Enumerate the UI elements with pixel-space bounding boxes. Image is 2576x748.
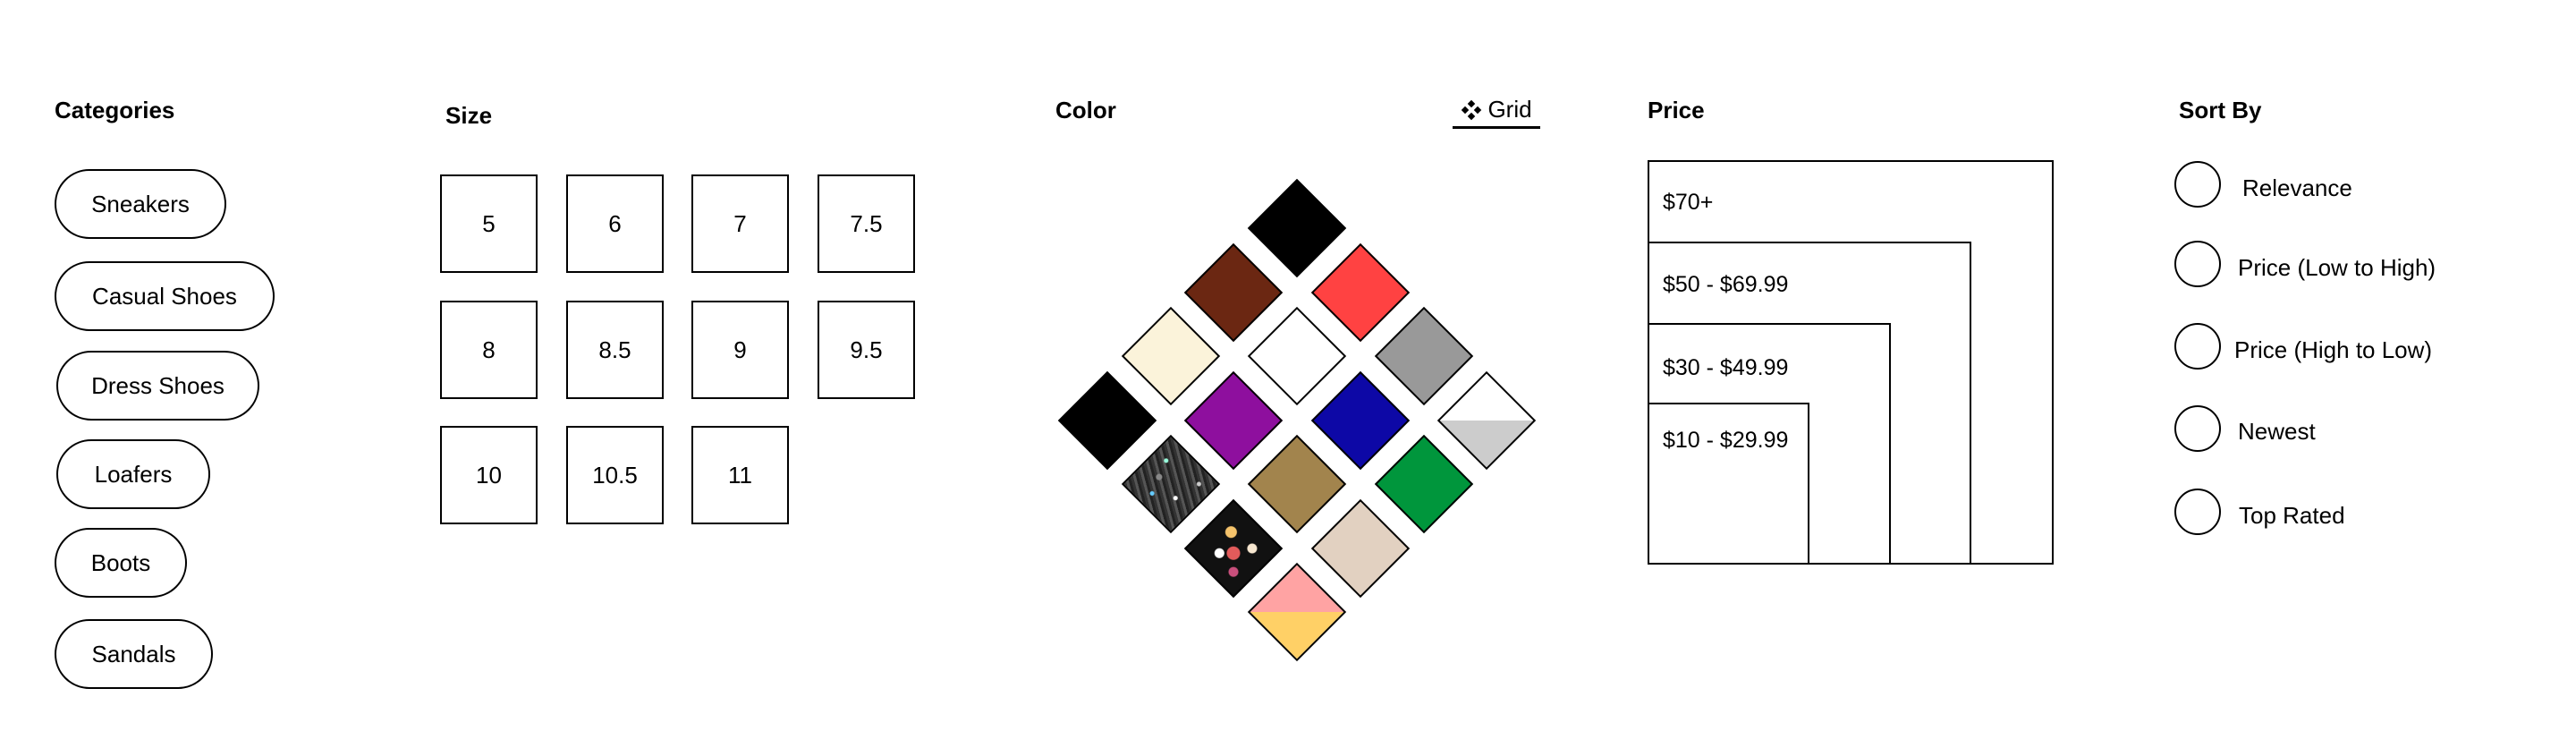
color-swatch-glitter[interactable] bbox=[1121, 434, 1221, 534]
color-swatch-red[interactable] bbox=[1310, 242, 1411, 343]
sort-price-high-low-label[interactable]: Price (High to Low) bbox=[2234, 336, 2432, 364]
color-swatch-beige[interactable] bbox=[1310, 498, 1411, 599]
size-option-5[interactable]: 5 bbox=[440, 174, 538, 273]
color-swatch-blue[interactable] bbox=[1310, 370, 1411, 471]
color-swatch-tan[interactable] bbox=[1247, 434, 1347, 534]
category-boots-button[interactable]: Boots bbox=[55, 528, 187, 598]
size-option-9[interactable]: 9 bbox=[691, 301, 789, 399]
sort-price-low-high-radio[interactable] bbox=[2174, 241, 2221, 287]
category-casual-shoes-button[interactable]: Casual Shoes bbox=[55, 261, 275, 331]
grid-diamonds-icon bbox=[1461, 99, 1482, 121]
size-option-10[interactable]: 10 bbox=[440, 426, 538, 524]
size-option-9-5[interactable]: 9.5 bbox=[818, 301, 915, 399]
color-swatch-gray[interactable] bbox=[1374, 306, 1474, 406]
sort-price-high-low-radio[interactable] bbox=[2174, 323, 2221, 370]
category-dress-shoes-button[interactable]: Dress Shoes bbox=[56, 351, 259, 421]
color-swatch-green[interactable] bbox=[1374, 434, 1474, 534]
size-option-11[interactable]: 11 bbox=[691, 426, 789, 524]
size-option-6[interactable]: 6 bbox=[566, 174, 664, 273]
color-swatch-black[interactable] bbox=[1057, 370, 1157, 471]
price-label-30-49: $30 - $49.99 bbox=[1663, 355, 1789, 380]
size-option-8-5[interactable]: 8.5 bbox=[566, 301, 664, 399]
color-swatch-cream[interactable] bbox=[1121, 306, 1221, 406]
sort-top-rated-label[interactable]: Top Rated bbox=[2239, 502, 2345, 530]
color-swatch-white-silver[interactable] bbox=[1436, 370, 1537, 471]
size-option-7-5[interactable]: 7.5 bbox=[818, 174, 915, 273]
grid-view-toggle[interactable]: Grid bbox=[1453, 93, 1540, 129]
size-heading: Size bbox=[445, 102, 493, 129]
price-heading: Price bbox=[1648, 97, 1705, 123]
color-swatch-brown[interactable] bbox=[1183, 242, 1284, 343]
categories-heading: Categories bbox=[55, 97, 175, 123]
category-sneakers-button[interactable]: Sneakers bbox=[55, 169, 226, 239]
price-label-10-29: $10 - $29.99 bbox=[1663, 428, 1789, 453]
sort-price-low-high-label[interactable]: Price (Low to High) bbox=[2238, 254, 2436, 282]
sort-newest-label[interactable]: Newest bbox=[2238, 418, 2316, 446]
sort-newest-radio[interactable] bbox=[2174, 405, 2221, 452]
sort-by-heading: Sort By bbox=[2179, 97, 2262, 123]
sort-relevance-label[interactable]: Relevance bbox=[2242, 174, 2352, 202]
size-option-7[interactable]: 7 bbox=[691, 174, 789, 273]
sort-relevance-radio[interactable] bbox=[2174, 161, 2221, 208]
color-swatch-white[interactable] bbox=[1247, 306, 1347, 406]
price-label-50-69: $50 - $69.99 bbox=[1663, 272, 1789, 297]
sort-top-rated-radio[interactable] bbox=[2174, 489, 2221, 535]
price-label-70-plus: $70+ bbox=[1663, 190, 1714, 215]
color-heading: Color bbox=[1055, 97, 1116, 123]
size-option-10-5[interactable]: 10.5 bbox=[566, 426, 664, 524]
category-sandals-button[interactable]: Sandals bbox=[55, 619, 213, 689]
color-swatch-floral[interactable] bbox=[1183, 498, 1284, 599]
color-swatch-black[interactable] bbox=[1247, 178, 1347, 278]
color-swatch-purple[interactable] bbox=[1183, 370, 1284, 471]
color-swatch-pink-yellow[interactable] bbox=[1247, 562, 1347, 662]
category-loafers-button[interactable]: Loafers bbox=[56, 439, 210, 509]
size-option-8[interactable]: 8 bbox=[440, 301, 538, 399]
grid-toggle-label: Grid bbox=[1487, 96, 1532, 123]
